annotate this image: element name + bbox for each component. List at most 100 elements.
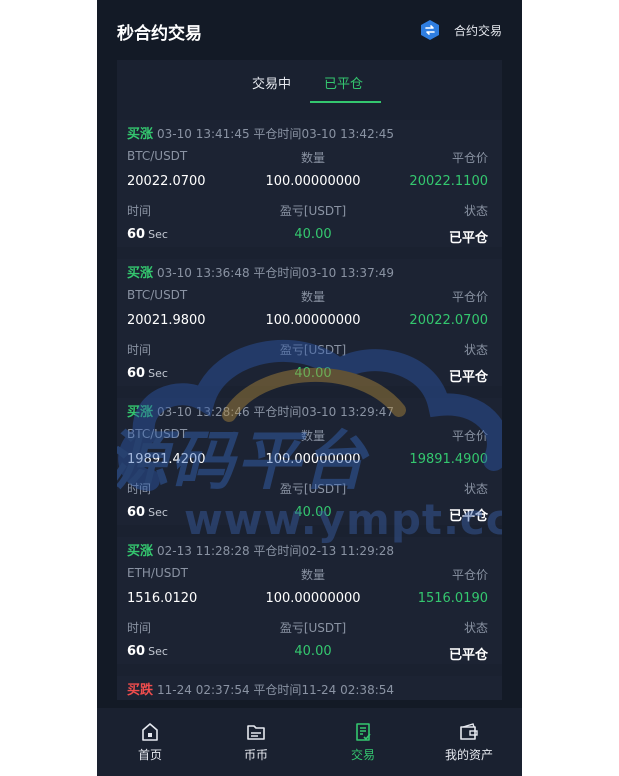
page-title: 秒合约交易 bbox=[117, 24, 202, 44]
close-time-label: 平仓时间 bbox=[253, 127, 302, 141]
open-time: 02-13 11:28:28 bbox=[157, 544, 250, 558]
close-price: 1516.0190 bbox=[417, 591, 488, 606]
order-record[interactable]: 买涨 03-10 13:36:48 平仓时间03-10 13:37:49 BTC/U… bbox=[117, 259, 502, 386]
pair-label: ETH/USDT bbox=[127, 566, 188, 580]
orders-panel: 交易中 已平仓 买涨 03-10 13:41:45 平仓时间03-10 13:42… bbox=[117, 60, 502, 700]
status-badge: 已平仓 bbox=[448, 231, 488, 246]
status-label: 状态 bbox=[463, 204, 488, 218]
pnl-value: 40.00 bbox=[294, 227, 332, 242]
nav-trade[interactable]: 交易 bbox=[323, 708, 403, 776]
open-price: 19891.4200 bbox=[127, 452, 206, 467]
pnl-value: 40.00 bbox=[294, 366, 332, 381]
close-time: 02-13 11:29:28 bbox=[301, 544, 395, 558]
order-record[interactable]: 买跌 11-24 02:37:54 平仓时间11-24 02:38:54 bbox=[117, 676, 502, 700]
open-price: 20021.9800 bbox=[127, 313, 206, 328]
status-badge: 已平仓 bbox=[448, 648, 488, 663]
status-label: 状态 bbox=[463, 343, 488, 357]
duration-value: 60 Sec bbox=[127, 505, 168, 520]
time-label: 时间 bbox=[127, 343, 152, 357]
nav-assets-label: 我的资产 bbox=[444, 748, 493, 762]
order-header: 买涨 03-10 13:36:48 平仓时间03-10 13:37:49 bbox=[127, 262, 394, 281]
close-price-label: 平仓价 bbox=[451, 151, 488, 165]
open-time: 03-10 13:28:46 bbox=[157, 405, 250, 419]
open-price: 1516.0120 bbox=[127, 591, 198, 606]
order-record[interactable]: 买涨 02-13 11:28:28 平仓时间02-13 11:29:28 ETH/U… bbox=[117, 537, 502, 664]
nav-spot[interactable]: 币币 bbox=[216, 708, 296, 776]
quantity-label: 数量 bbox=[300, 151, 325, 165]
close-price: 19891.4900 bbox=[409, 452, 488, 467]
tab-closed[interactable]: 已平仓 bbox=[324, 73, 363, 92]
pnl-label: 盈亏[USDT] bbox=[279, 204, 347, 218]
quantity-value: 100.00000000 bbox=[265, 591, 361, 606]
quantity-label: 数量 bbox=[300, 290, 325, 304]
duration-value: 60 Sec bbox=[127, 366, 168, 381]
nav-trade-label: 交易 bbox=[350, 748, 375, 762]
close-time: 03-10 13:42:45 bbox=[301, 127, 395, 141]
time-label: 时间 bbox=[127, 204, 152, 218]
order-header: 买跌 11-24 02:37:54 平仓时间11-24 02:38:54 bbox=[127, 679, 394, 698]
active-tab-indicator bbox=[310, 101, 381, 103]
header: 秒合约交易 合约交易 bbox=[97, 0, 522, 60]
bottom-nav: 首页 币币 交易 我的资产 bbox=[97, 708, 522, 776]
order-record[interactable]: 买涨 03-10 13:28:46 平仓时间03-10 13:29:47 BTC/U… bbox=[117, 398, 502, 525]
pair-label: BTC/USDT bbox=[127, 427, 188, 441]
pnl-label: 盈亏[USDT] bbox=[279, 621, 347, 635]
swap-icon[interactable] bbox=[419, 19, 441, 41]
status-badge: 已平仓 bbox=[448, 370, 488, 385]
quantity-label: 数量 bbox=[300, 568, 325, 582]
close-time: 03-10 13:37:49 bbox=[301, 266, 395, 280]
direction-badge: 买跌 bbox=[127, 683, 154, 698]
pnl-label: 盈亏[USDT] bbox=[279, 482, 347, 496]
app-screen: 秒合约交易 合约交易 交易中 已平仓 买涨 03-10 13:41:45 平仓时间… bbox=[97, 0, 522, 776]
nav-home-label: 首页 bbox=[137, 748, 162, 762]
duration-value: 60 Sec bbox=[127, 227, 168, 242]
status-label: 状态 bbox=[463, 482, 488, 496]
close-price: 20022.0700 bbox=[409, 313, 488, 328]
close-price-label: 平仓价 bbox=[451, 290, 488, 304]
order-header: 买涨 02-13 11:28:28 平仓时间02-13 11:29:28 bbox=[127, 540, 394, 559]
nav-assets[interactable]: 我的资产 bbox=[429, 708, 509, 776]
close-time-label: 平仓时间 bbox=[253, 405, 302, 419]
pair-label: BTC/USDT bbox=[127, 288, 188, 302]
open-time: 03-10 13:41:45 bbox=[157, 127, 250, 141]
close-price: 20022.1100 bbox=[409, 174, 488, 189]
quantity-value: 100.00000000 bbox=[265, 313, 361, 328]
home-icon bbox=[142, 723, 158, 741]
close-time-label: 平仓时间 bbox=[253, 266, 302, 280]
direction-badge: 买涨 bbox=[127, 544, 154, 559]
open-price: 20022.0700 bbox=[127, 174, 206, 189]
close-time-label: 平仓时间 bbox=[253, 544, 302, 558]
time-label: 时间 bbox=[127, 482, 152, 496]
pair-label: BTC/USDT bbox=[127, 149, 188, 163]
direction-badge: 买涨 bbox=[127, 266, 154, 281]
open-time: 11-24 02:37:54 bbox=[157, 683, 250, 697]
nav-home[interactable]: 首页 bbox=[110, 708, 190, 776]
wallet-icon bbox=[460, 723, 478, 740]
quantity-label: 数量 bbox=[300, 429, 325, 443]
open-time: 03-10 13:36:48 bbox=[157, 266, 250, 280]
duration-value: 60 Sec bbox=[127, 644, 168, 659]
status-label: 状态 bbox=[463, 621, 488, 635]
time-label: 时间 bbox=[127, 621, 152, 635]
direction-badge: 买涨 bbox=[127, 127, 154, 142]
quantity-value: 100.00000000 bbox=[265, 174, 361, 189]
quantity-value: 100.00000000 bbox=[265, 452, 361, 467]
order-header: 买涨 03-10 13:28:46 平仓时间03-10 13:29:47 bbox=[127, 401, 394, 420]
pnl-label: 盈亏[USDT] bbox=[279, 343, 347, 357]
order-header: 买涨 03-10 13:41:45 平仓时间03-10 13:42:45 bbox=[127, 123, 394, 142]
tab-trading[interactable]: 交易中 bbox=[252, 73, 291, 92]
status-badge: 已平仓 bbox=[448, 509, 488, 524]
close-price-label: 平仓价 bbox=[451, 429, 488, 443]
close-time: 11-24 02:38:54 bbox=[301, 683, 395, 697]
close-price-label: 平仓价 bbox=[451, 568, 488, 582]
order-record[interactable]: 买涨 03-10 13:41:45 平仓时间03-10 13:42:45 BTC/U… bbox=[117, 120, 502, 247]
pnl-value: 40.00 bbox=[294, 644, 332, 659]
folder-icon bbox=[247, 725, 265, 740]
nav-spot-label: 币币 bbox=[243, 748, 268, 762]
close-time: 03-10 13:29:47 bbox=[301, 405, 395, 419]
order-tabs: 交易中 已平仓 bbox=[117, 60, 502, 105]
contract-trade-link[interactable]: 合约交易 bbox=[454, 22, 502, 39]
pnl-value: 40.00 bbox=[294, 505, 332, 520]
document-icon bbox=[356, 723, 371, 741]
close-time-label: 平仓时间 bbox=[253, 683, 302, 697]
